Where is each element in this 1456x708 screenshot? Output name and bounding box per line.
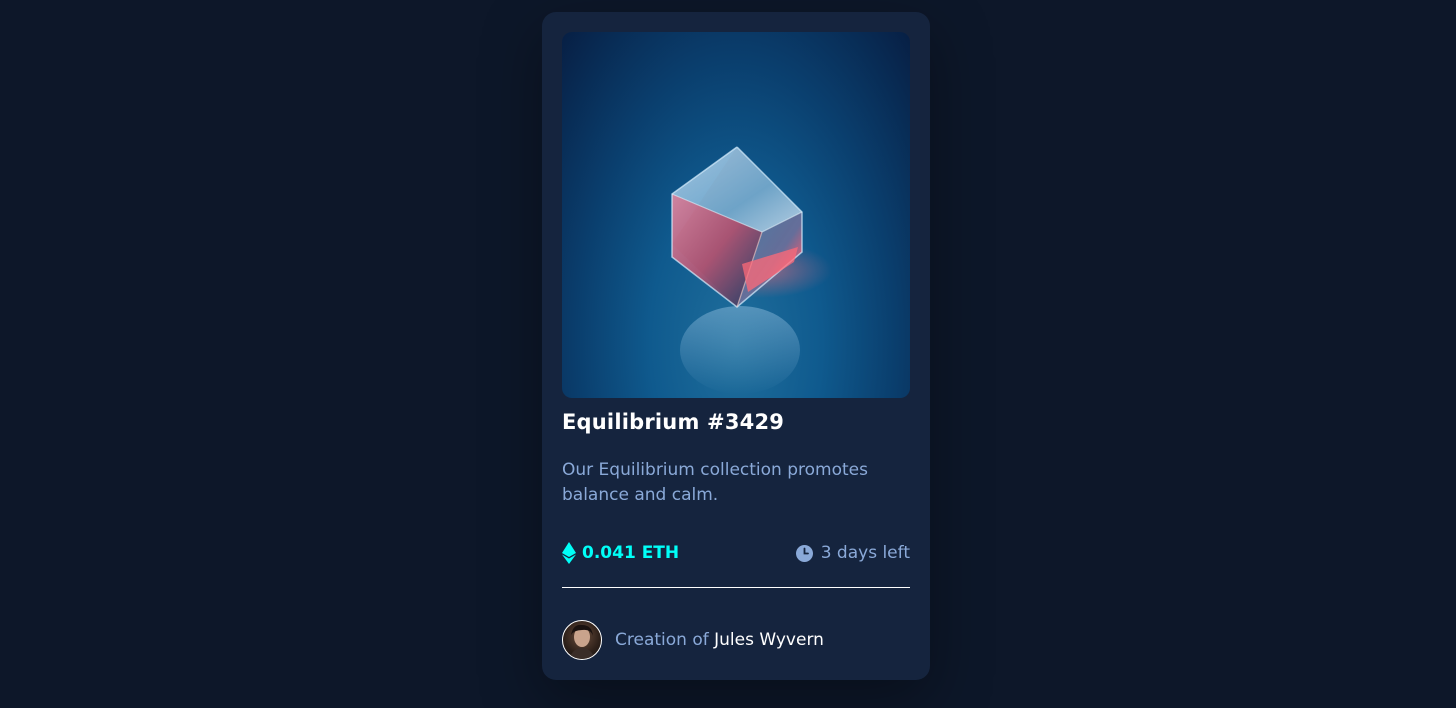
nft-title[interactable]: Equilibrium #3429	[562, 410, 784, 434]
time-left-info: 3 days left	[795, 540, 910, 566]
clock-icon	[795, 544, 813, 562]
creator-prefix: Creation of	[615, 630, 709, 650]
nft-card: Equilibrium #3429 Our Equilibrium collec…	[542, 12, 930, 680]
avatar-portrait	[569, 624, 595, 659]
creator-name[interactable]: Jules Wyvern	[714, 630, 824, 650]
crystal-cube-illustration	[671, 146, 832, 394]
card-divider	[562, 587, 910, 588]
ethereum-icon	[562, 542, 576, 564]
creator-avatar	[562, 620, 602, 660]
price-value: 0.041 ETH	[582, 543, 680, 563]
time-left-value: 3 days left	[820, 543, 910, 563]
price-info: 0.041 ETH	[562, 540, 679, 566]
nft-image[interactable]	[562, 32, 910, 398]
creator-label: Creation of Jules Wyvern	[615, 630, 824, 650]
nft-description: Our Equilibrium collection promotes bala…	[562, 460, 868, 505]
creator-info: Creation of Jules Wyvern	[562, 620, 824, 660]
